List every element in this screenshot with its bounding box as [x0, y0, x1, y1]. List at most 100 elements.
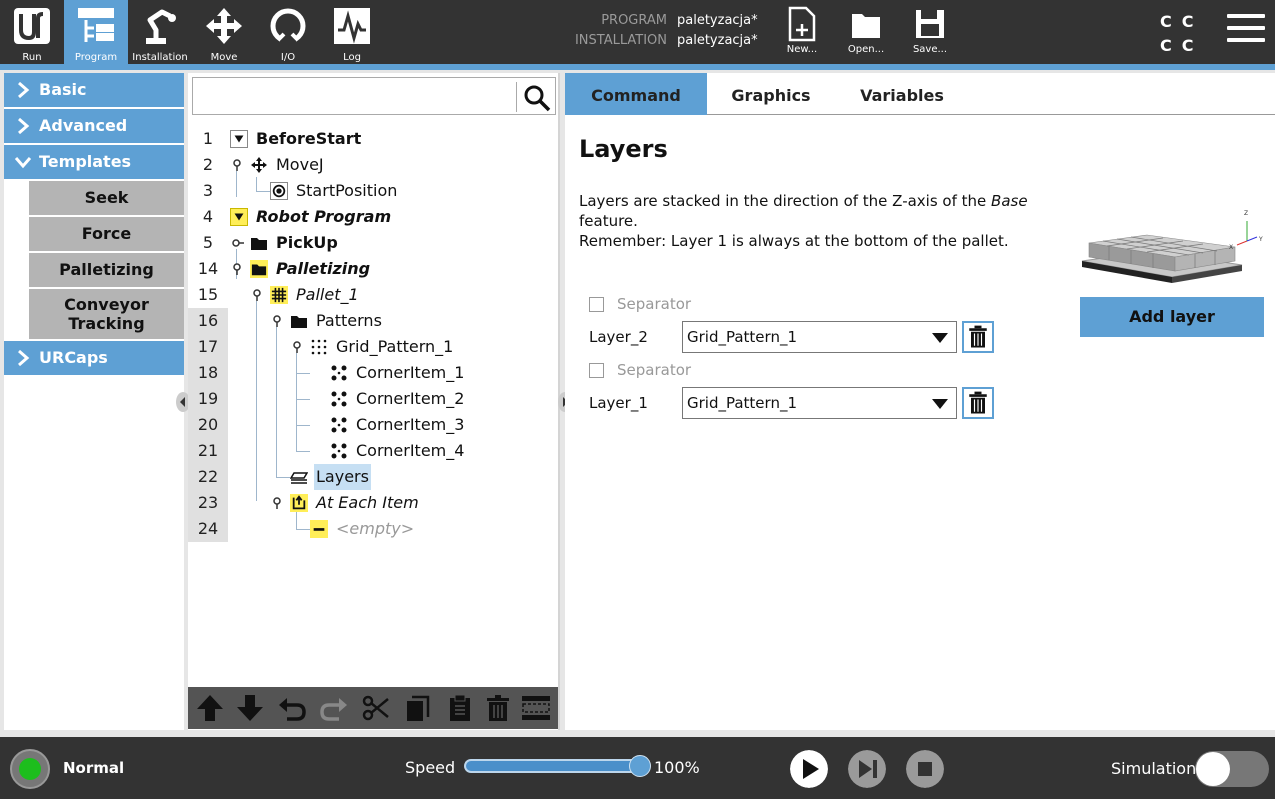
installation-label: Installation	[132, 52, 188, 63]
template-force[interactable]: Force	[29, 217, 184, 251]
pallet-grid-icon	[270, 286, 288, 304]
add-layer-button[interactable]: Add layer	[1080, 297, 1264, 337]
redo-icon[interactable]	[319, 693, 349, 723]
delete-icon[interactable]	[483, 693, 513, 723]
tree-toolbar	[188, 687, 558, 729]
undo-icon[interactable]	[277, 693, 307, 723]
save-label: Save...	[912, 44, 948, 55]
move-nav-button[interactable]: Move	[192, 0, 256, 64]
trash-icon[interactable]	[962, 321, 994, 353]
search-icon[interactable]	[523, 84, 551, 112]
axis-z-label: Z	[1244, 210, 1248, 217]
io-nav-button[interactable]: I/O	[256, 0, 320, 64]
collapse-pin-icon[interactable]	[271, 497, 283, 509]
collapse-pin-icon[interactable]	[291, 341, 303, 353]
suppress-icon[interactable]	[521, 693, 551, 723]
dropdown-arrow-icon	[932, 333, 948, 343]
collapse-pin-icon[interactable]	[251, 289, 263, 301]
node-label: Grid_Pattern_1	[336, 337, 454, 356]
tree-connector	[296, 353, 297, 451]
open-label: Open...	[847, 44, 885, 55]
chevron-down-icon	[14, 157, 32, 169]
collapse-pin-icon[interactable]	[231, 263, 243, 275]
play-button-icon[interactable]	[790, 750, 828, 788]
chevron-right-icon	[18, 117, 30, 135]
cut-icon[interactable]	[361, 693, 391, 723]
log-nav-button[interactable]: Log	[320, 0, 384, 64]
layer-2-pattern-select[interactable]: Grid_Pattern_1	[682, 321, 957, 353]
separator-checkbox[interactable]	[589, 297, 604, 312]
layer-name: Layer_1	[589, 394, 648, 412]
expanded-triangle-icon[interactable]	[230, 208, 248, 226]
separator-checkbox[interactable]	[589, 363, 604, 378]
new-button[interactable]: New...	[774, 0, 830, 64]
axis-y-label: Y	[1258, 236, 1263, 243]
line-number: 18	[188, 360, 228, 386]
node-label: At Each Item	[316, 493, 419, 512]
line-number: 19	[188, 386, 228, 412]
selected-pattern: Grid_Pattern_1	[687, 394, 797, 412]
description-base: Base	[991, 192, 1028, 210]
line-number: 17	[188, 334, 228, 360]
run-nav-button[interactable]: Run	[0, 0, 64, 64]
line-number: 20	[188, 412, 228, 438]
program-nav-button[interactable]: Program	[64, 0, 128, 64]
template-palletizing[interactable]: Palletizing	[29, 253, 184, 287]
category-advanced[interactable]: Advanced	[4, 109, 184, 143]
layers-description: Layers are stacked in the direction of t…	[579, 191, 1059, 251]
node-label: BeforeStart	[256, 129, 362, 148]
corner-item-icon	[330, 416, 348, 434]
move-icon	[206, 8, 242, 44]
bottom-bar: Normal Speed 100% Simulation	[0, 737, 1275, 799]
category-advanced-label: Advanced	[39, 116, 128, 135]
trash-icon[interactable]	[962, 387, 994, 419]
open-folder-icon	[852, 14, 880, 38]
io-icon	[270, 8, 306, 44]
hamburger-menu-icon[interactable]	[1227, 14, 1265, 48]
save-button[interactable]: Save...	[902, 0, 958, 64]
move-up-icon[interactable]	[195, 693, 225, 723]
step-button-icon[interactable]	[848, 750, 886, 788]
copy-icon[interactable]	[403, 693, 433, 723]
category-basic-label: Basic	[39, 80, 87, 99]
tab-command[interactable]: Command	[565, 73, 707, 115]
tab-graphics[interactable]: Graphics	[707, 73, 835, 115]
collapse-pin-icon[interactable]	[271, 315, 283, 327]
collapse-pin-icon[interactable]	[231, 159, 243, 171]
category-urcaps[interactable]: URCaps	[4, 341, 184, 375]
tab-bar: Command Graphics Variables	[565, 73, 1275, 115]
category-templates[interactable]: Templates	[4, 145, 184, 179]
tree-connector	[296, 509, 297, 529]
program-label: Program	[74, 52, 118, 63]
expand-pin-icon[interactable]	[232, 237, 244, 249]
separator-label: Separator	[617, 295, 692, 313]
speed-slider[interactable]	[464, 759, 642, 773]
connection-status[interactable]: CC CC	[1160, 10, 1204, 58]
program-node-sidebar: Basic Advanced Templates Seek Force Pall…	[4, 73, 184, 730]
line-number: 2	[202, 155, 214, 174]
tree-search-input[interactable]	[192, 77, 556, 115]
line-number: 16	[188, 308, 228, 334]
move-down-icon[interactable]	[235, 693, 265, 723]
speed-label: Speed	[405, 758, 456, 777]
tab-variables[interactable]: Variables	[835, 73, 969, 115]
template-conveyor-tracking[interactable]: Conveyor Tracking	[29, 289, 184, 339]
speed-slider-handle[interactable]	[629, 755, 651, 777]
installation-icon	[146, 9, 176, 44]
paste-icon[interactable]	[445, 693, 475, 723]
installation-nav-button[interactable]: Installation	[128, 0, 192, 64]
robot-status-indicator[interactable]	[10, 749, 50, 789]
layer-1-pattern-select[interactable]: Grid_Pattern_1	[682, 387, 957, 419]
corner-item-icon	[330, 364, 348, 382]
open-button[interactable]: Open...	[838, 0, 894, 64]
folder-icon	[290, 312, 308, 330]
category-templates-label: Templates	[39, 152, 132, 171]
category-basic[interactable]: Basic	[4, 73, 184, 107]
expanded-triangle-icon[interactable]	[230, 130, 248, 148]
template-seek[interactable]: Seek	[29, 181, 184, 215]
tree-connector	[296, 451, 310, 452]
log-label: Log	[343, 52, 361, 63]
stop-button-icon[interactable]	[906, 750, 944, 788]
simulation-toggle[interactable]	[1195, 751, 1269, 787]
sequence-icon	[290, 494, 308, 512]
